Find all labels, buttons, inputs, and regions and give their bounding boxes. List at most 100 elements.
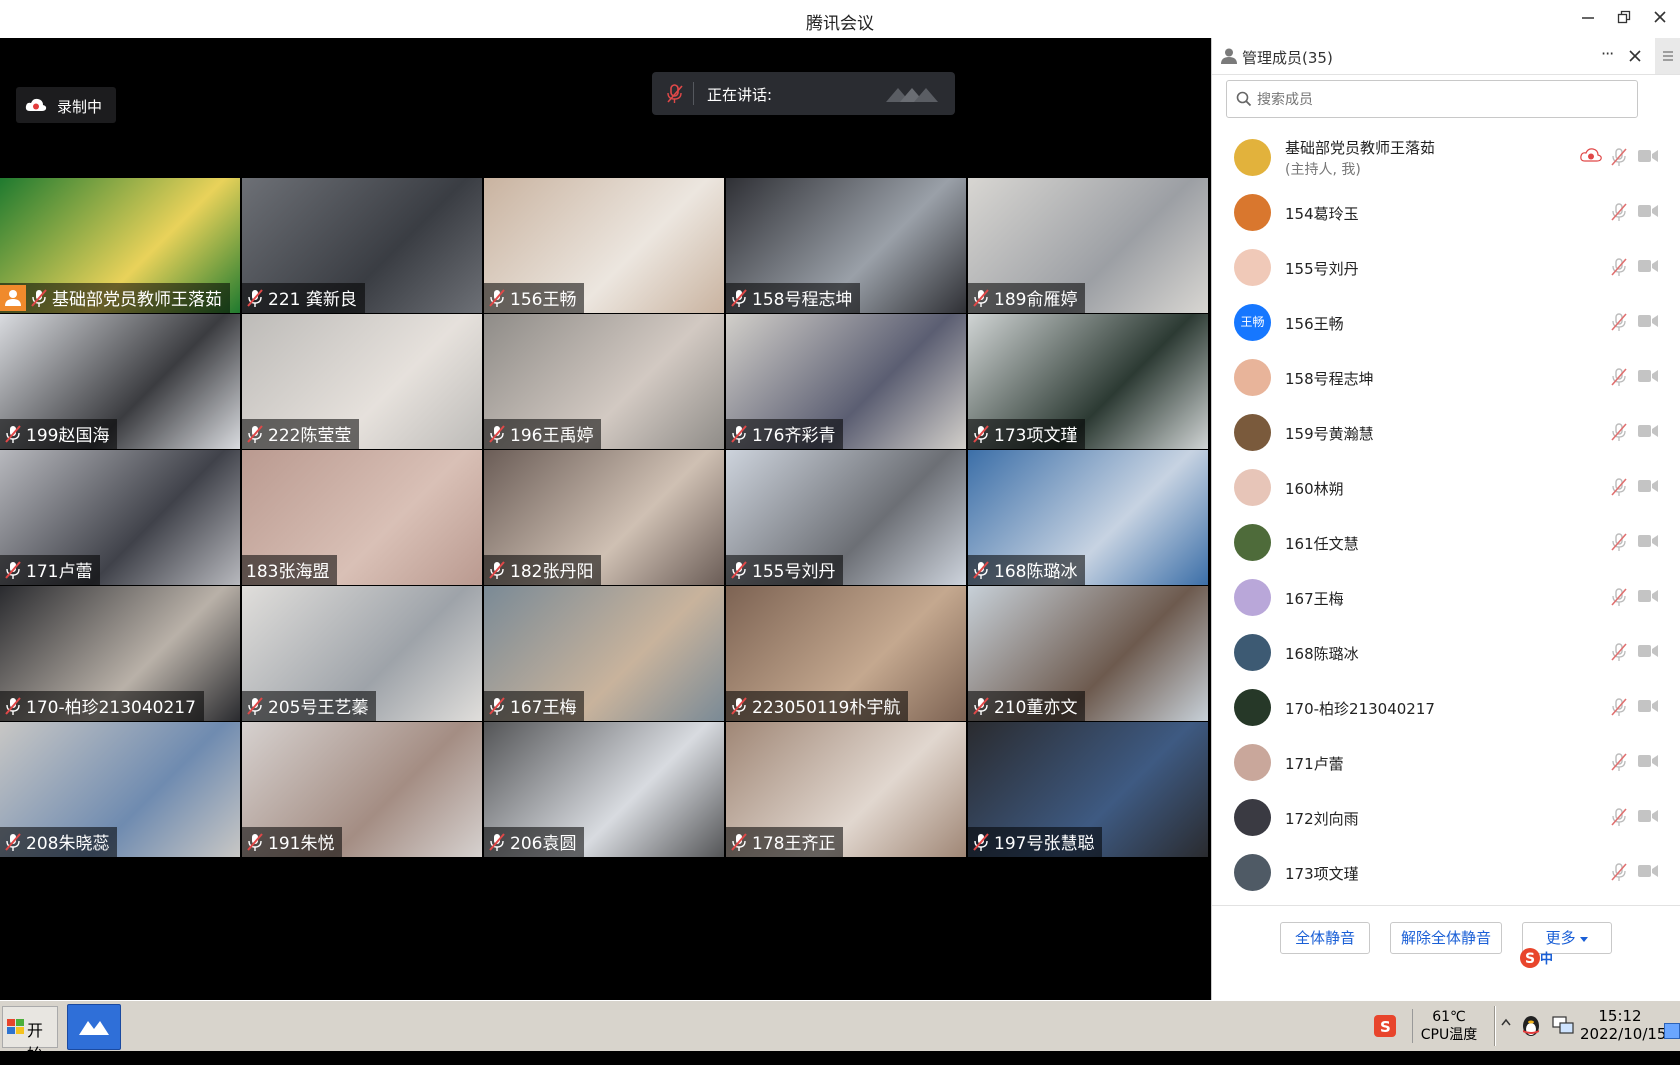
member-name: 173项文瑾 <box>1285 865 1359 883</box>
video-tile[interactable]: 210董亦文 <box>968 586 1208 721</box>
clock[interactable]: 15:12 2022/10/15 <box>1580 1007 1666 1043</box>
video-tile[interactable]: 183张海盟 <box>242 450 482 585</box>
member-row[interactable]: 172刘向雨 <box>1212 790 1680 845</box>
member-row[interactable]: 154葛玲玉 <box>1212 185 1680 240</box>
mic-muted-icon[interactable] <box>1610 642 1628 662</box>
tencent-meeting-app-icon <box>79 1021 109 1035</box>
mic-muted-icon[interactable] <box>1610 752 1628 772</box>
video-tile[interactable]: 156王畅 <box>484 178 724 313</box>
member-row[interactable]: 170-柏珍213040217 <box>1212 680 1680 735</box>
video-tile[interactable]: 176齐彩青 <box>726 314 966 449</box>
camera-off-icon[interactable] <box>1637 203 1659 219</box>
minimize-button[interactable] <box>1577 8 1599 30</box>
member-row[interactable]: 159号黄瀚慧 <box>1212 405 1680 460</box>
more-options-button[interactable]: ··· <box>1601 44 1614 63</box>
mic-muted-icon[interactable] <box>1610 257 1628 277</box>
avatar <box>1234 139 1271 176</box>
search-input[interactable] <box>1227 81 1637 117</box>
close-panel-icon[interactable] <box>1628 49 1642 63</box>
video-tile[interactable]: 167王梅 <box>484 586 724 721</box>
video-tile[interactable]: 182张丹阳 <box>484 450 724 585</box>
mic-muted-icon[interactable] <box>1610 532 1628 552</box>
video-tile[interactable]: 191朱悦 <box>242 722 482 857</box>
member-row[interactable]: 基础部党员教师王落茹 (主持人, 我) <box>1212 130 1680 185</box>
chevron-up-icon[interactable] <box>1501 1017 1511 1029</box>
avatar <box>1234 359 1271 396</box>
mic-muted-icon[interactable] <box>1610 477 1628 497</box>
member-name: 158号程志坤 <box>1285 370 1374 388</box>
video-tile[interactable]: 173项文瑾 <box>968 314 1208 449</box>
camera-off-icon[interactable] <box>1637 753 1659 769</box>
member-name: 160林朔 <box>1285 480 1344 498</box>
participant-name: 199赵国海 <box>26 426 110 446</box>
camera-off-icon[interactable] <box>1637 423 1659 439</box>
member-row[interactable]: 167王梅 <box>1212 570 1680 625</box>
video-tile[interactable]: 171卢蕾 <box>0 450 240 585</box>
participant-name-tag: 222陈莹莹 <box>242 419 360 449</box>
ime-indicator[interactable]: S 中 <box>1518 946 1558 968</box>
mic-muted-icon[interactable] <box>1610 367 1628 387</box>
mic-muted-icon[interactable] <box>1610 422 1628 442</box>
member-row[interactable]: 161任文慧 <box>1212 515 1680 570</box>
camera-off-icon[interactable] <box>1637 643 1659 659</box>
video-tile[interactable]: 178王齐正 <box>726 722 966 857</box>
camera-off-icon[interactable] <box>1637 148 1659 164</box>
video-tile[interactable]: 196王禹婷 <box>484 314 724 449</box>
mic-muted-icon[interactable] <box>1610 147 1628 167</box>
network-icon[interactable] <box>1551 1015 1575 1037</box>
member-row[interactable]: 155号刘丹 <box>1212 240 1680 295</box>
mic-muted-icon[interactable] <box>1610 862 1628 882</box>
video-tile[interactable]: 205号王艺蓁 <box>242 586 482 721</box>
member-row[interactable]: 171卢蕾 <box>1212 735 1680 790</box>
camera-off-icon[interactable] <box>1637 698 1659 714</box>
member-row[interactable]: 168陈璐冰 <box>1212 625 1680 680</box>
show-desktop-button[interactable] <box>1664 1023 1680 1039</box>
mic-muted-icon[interactable] <box>1610 587 1628 607</box>
taskbar-app-tencent-meeting[interactable] <box>67 1004 121 1050</box>
video-tile[interactable]: 199赵国海 <box>0 314 240 449</box>
participant-name: 183张海盟 <box>246 562 330 582</box>
video-tile[interactable]: 223050119朴宇航 <box>726 586 966 721</box>
video-tile[interactable]: 206袁圆 <box>484 722 724 857</box>
panel-side-toggle[interactable] <box>1655 38 1680 74</box>
video-tile[interactable]: 基础部党员教师王落茹 <box>0 178 240 313</box>
mic-muted-icon[interactable] <box>1610 202 1628 222</box>
video-tile[interactable]: 221 龚新良 <box>242 178 482 313</box>
qq-penguin-icon[interactable] <box>1520 1014 1542 1038</box>
video-tile[interactable]: 170-柏珍213040217 <box>0 586 240 721</box>
mic-muted-icon[interactable] <box>1610 312 1628 332</box>
mic-muted-icon[interactable] <box>1610 697 1628 717</box>
video-tile[interactable]: 208朱晓蕊 <box>0 722 240 857</box>
video-tile[interactable]: 168陈璐冰 <box>968 450 1208 585</box>
close-button[interactable] <box>1649 8 1671 30</box>
recording-badge[interactable]: 录制中 <box>16 87 116 123</box>
mic-muted-icon[interactable] <box>1610 807 1628 827</box>
divider <box>693 82 694 105</box>
member-row[interactable]: 王畅 156王畅 <box>1212 295 1680 350</box>
unmute-all-button[interactable]: 解除全体静音 <box>1390 922 1502 954</box>
video-tile[interactable]: 158号程志坤 <box>726 178 966 313</box>
video-tile[interactable]: 222陈莹莹 <box>242 314 482 449</box>
member-row[interactable]: 160林朔 <box>1212 460 1680 515</box>
avatar <box>1234 634 1271 671</box>
camera-off-icon[interactable] <box>1637 863 1659 879</box>
camera-off-icon[interactable] <box>1637 478 1659 494</box>
camera-off-icon[interactable] <box>1637 313 1659 329</box>
member-search[interactable] <box>1226 80 1638 118</box>
camera-off-icon[interactable] <box>1637 258 1659 274</box>
camera-off-icon[interactable] <box>1637 588 1659 604</box>
mute-all-button[interactable]: 全体静音 <box>1280 922 1370 954</box>
video-tile[interactable]: 197号张慧聪 <box>968 722 1208 857</box>
camera-off-icon[interactable] <box>1637 808 1659 824</box>
member-row[interactable]: 173项文瑾 <box>1212 845 1680 900</box>
camera-off-icon[interactable] <box>1637 533 1659 549</box>
start-button[interactable]: 开始 <box>2 1006 58 1064</box>
mic-muted-icon <box>489 696 505 715</box>
restore-button[interactable] <box>1613 8 1635 30</box>
camera-off-icon[interactable] <box>1637 368 1659 384</box>
sogou-tray-icon[interactable]: S <box>1373 1014 1397 1038</box>
video-tile[interactable]: 189俞雁婷 <box>968 178 1208 313</box>
video-tile[interactable]: 155号刘丹 <box>726 450 966 585</box>
member-row[interactable]: 158号程志坤 <box>1212 350 1680 405</box>
participant-name: 222陈莹莹 <box>268 426 352 446</box>
